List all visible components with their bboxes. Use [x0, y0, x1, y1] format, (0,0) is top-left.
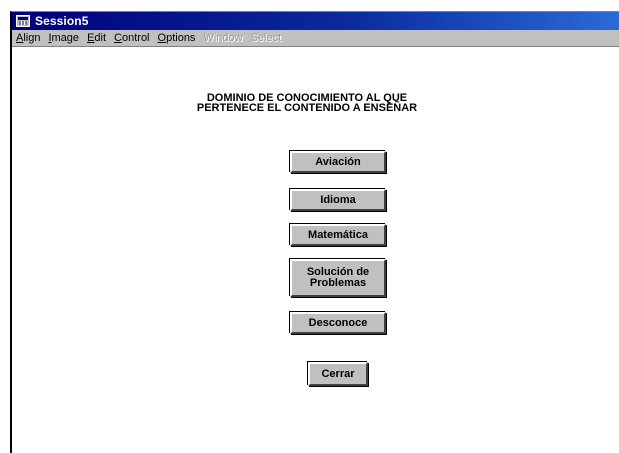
menu-window: Window: [203, 32, 242, 44]
matematica-button-label: Matemática: [308, 228, 368, 241]
aviacion-button[interactable]: Aviación: [290, 151, 386, 173]
menu-control[interactable]: Control: [114, 32, 149, 44]
menu-select: Select: [251, 32, 282, 44]
session-window-icon[interactable]: [16, 15, 30, 27]
idioma-button[interactable]: Idioma: [290, 189, 386, 211]
solucion-problemas-button-label: Solución de Problemas: [306, 266, 370, 289]
desconoce-button-label: Desconoce: [308, 316, 368, 329]
menu-image[interactable]: Image: [48, 32, 79, 44]
session-window: Session5 Align Image Edit Control Option…: [10, 11, 619, 453]
matematica-button[interactable]: Matemática: [290, 224, 386, 246]
menu-window-label: Window: [203, 32, 243, 44]
solucion-problemas-button[interactable]: Solución de Problemas: [290, 259, 386, 297]
menu-options-label: ptions: [166, 32, 196, 44]
menu-options-mnemonic: O: [157, 32, 167, 44]
menu-control-mnemonic: C: [114, 32, 122, 44]
desconoce-button[interactable]: Desconoce: [290, 312, 386, 334]
menu-align[interactable]: Align: [16, 32, 40, 44]
menu-control-label: ontrol: [121, 32, 150, 44]
page-heading: DOMINIO DE CONOCIMIENTO AL QUE PERTENECE…: [12, 93, 602, 114]
title-bar[interactable]: Session5: [12, 12, 619, 30]
cerrar-button-label: Cerrar: [321, 367, 355, 380]
menu-edit[interactable]: Edit: [87, 32, 106, 44]
menu-bar: Align Image Edit Control Options Window …: [12, 30, 619, 47]
idioma-button-label: Idioma: [320, 193, 356, 206]
window-title: Session5: [35, 14, 89, 28]
menu-options[interactable]: Options: [158, 32, 196, 44]
menu-edit-label: dit: [94, 32, 107, 44]
heading-line-2: PERTENECE EL CONTENIDO A ENSEÑAR: [196, 102, 418, 114]
menu-image-label: mage: [51, 32, 80, 44]
menu-align-label: lign: [23, 32, 41, 44]
menu-select-label: Select: [250, 32, 282, 44]
aviacion-button-label: Aviación: [315, 155, 361, 168]
cerrar-button[interactable]: Cerrar: [308, 362, 368, 386]
